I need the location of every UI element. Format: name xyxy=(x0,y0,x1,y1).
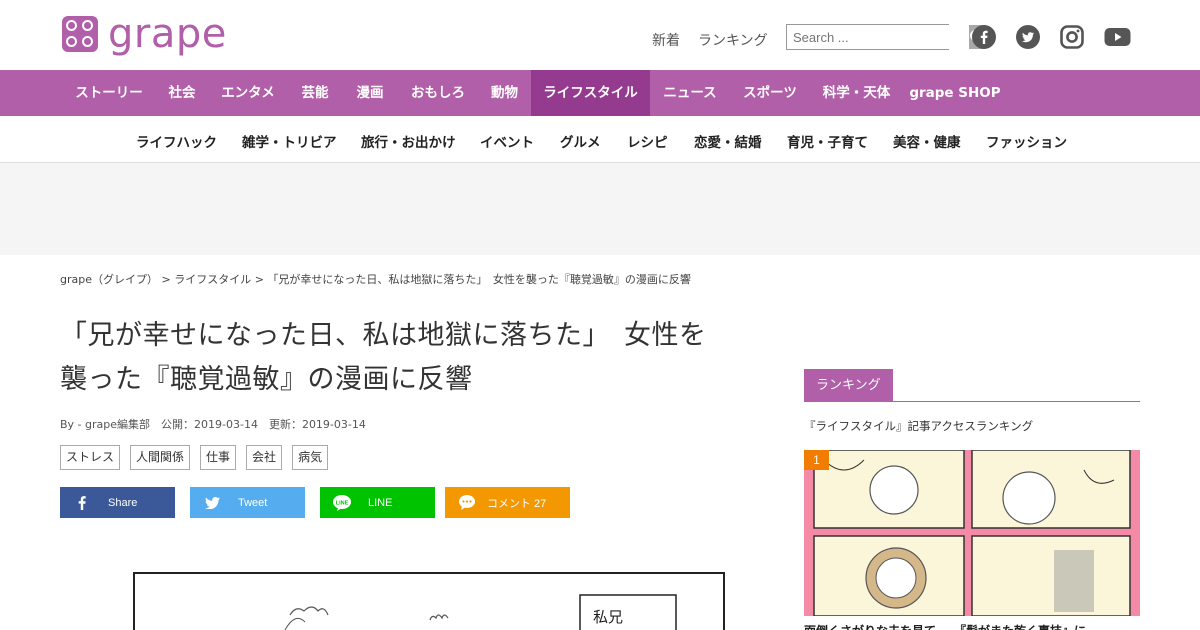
ranking-comic-image xyxy=(804,450,1140,616)
twitter-icon[interactable] xyxy=(1016,25,1040,49)
tag-list: ストレス 人間関係 仕事 会社 病気 xyxy=(60,445,329,470)
title-line-1: 「兄が幸せになった日、私は地獄に落ちた」 女性を xyxy=(60,320,707,351)
ad-banner-area xyxy=(0,163,1200,255)
nav-item-omoshiro[interactable]: おもしろ xyxy=(398,70,478,116)
rank-badge: 1 xyxy=(804,450,829,470)
tag-work[interactable]: 仕事 xyxy=(200,445,237,470)
ranking-tab[interactable]: ランキング xyxy=(804,369,893,402)
line-share-button[interactable]: LINE LINE xyxy=(320,487,435,518)
nav-item-science[interactable]: 科学・天体 xyxy=(810,70,903,116)
subnav-item-beauty[interactable]: 美容・健康 xyxy=(893,131,961,151)
subnav-item-trivia[interactable]: 雑学・トリビア xyxy=(242,131,337,151)
subnav-item-lifehack[interactable]: ライフハック xyxy=(136,131,217,151)
new-link[interactable]: 新着 xyxy=(652,30,680,50)
subnav-item-event[interactable]: イベント xyxy=(480,131,534,151)
comment-label: コメント 27 xyxy=(487,497,547,510)
tag-company[interactable]: 会社 xyxy=(246,445,283,470)
tag-illness[interactable]: 病気 xyxy=(292,445,329,470)
comic-panel: 私兄 xyxy=(133,572,725,630)
nav-item-news[interactable]: ニュース xyxy=(650,70,730,116)
nav-item-animals[interactable]: 動物 xyxy=(478,70,531,116)
nav-item-sports[interactable]: スポーツ xyxy=(730,70,810,116)
ranking-item-title[interactable]: 面倒くさがりな夫を見て… 『髪がまた乾く裏技』に xyxy=(804,622,1140,630)
ranking-header: ランキング xyxy=(804,369,1140,402)
share-label: Share xyxy=(108,496,138,509)
breadcrumb[interactable]: grape（グレイプ） > ライフスタイル > 「兄が幸せになった日、私は地獄に… xyxy=(60,271,691,287)
article-comic-image: 私兄 xyxy=(60,555,790,630)
page-title: 「兄が幸せになった日、私は地獄に落ちた」 女性を 襲った『聴覚過敏』の漫画に反響 xyxy=(60,314,760,402)
subnav-item-gourmet[interactable]: グルメ xyxy=(560,131,601,151)
tag-relationships[interactable]: 人間関係 xyxy=(130,445,191,470)
facebook-icon[interactable] xyxy=(972,25,996,49)
subnav-item-recipe[interactable]: レシピ xyxy=(627,131,668,151)
line-icon: LINE xyxy=(333,494,351,511)
comic-caption: 私兄 xyxy=(593,608,623,626)
svg-text:LINE: LINE xyxy=(336,500,349,506)
sub-nav: ライフハック 雑学・トリビア 旅行・お出かけ イベント グルメ レシピ 恋愛・結… xyxy=(0,116,1200,163)
article-meta: By - grape編集部 公開：2019-03-14 更新：2019-03-1… xyxy=(60,418,366,431)
nav-item-lifestyle[interactable]: ライフスタイル xyxy=(531,70,650,116)
search-box xyxy=(786,24,985,50)
nav-item-society[interactable]: 社会 xyxy=(156,70,208,116)
site-logo[interactable]: grape xyxy=(62,11,227,57)
subnav-item-travel[interactable]: 旅行・お出かけ xyxy=(361,131,456,151)
ranking-thumbnail[interactable] xyxy=(804,450,1140,616)
twitter-share-button[interactable]: Tweet xyxy=(190,487,305,518)
comment-icon xyxy=(459,495,475,510)
site-header: grape 新着 ランキング xyxy=(0,0,1200,70)
comment-button[interactable]: コメント 27 xyxy=(445,487,570,518)
title-line-2: 襲った『聴覚過敏』の漫画に反響 xyxy=(60,364,473,395)
nav-item-manga[interactable]: 漫画 xyxy=(342,70,398,116)
subnav-item-fashion[interactable]: ファッション xyxy=(986,131,1067,151)
nav-item-entame[interactable]: エンタメ xyxy=(208,70,288,116)
nav-item-shop[interactable]: grape SHOP xyxy=(903,70,1007,116)
tag-stress[interactable]: ストレス xyxy=(60,445,121,470)
facebook-icon xyxy=(78,495,86,510)
main-nav: ストーリー 社会 エンタメ 芸能 漫画 おもしろ 動物 ライフスタイル ニュース… xyxy=(0,70,1200,116)
grape-logo-icon xyxy=(62,16,98,52)
twitter-icon xyxy=(204,496,220,509)
line-label: LINE xyxy=(368,496,393,509)
youtube-icon[interactable] xyxy=(1104,25,1131,49)
instagram-icon[interactable] xyxy=(1060,25,1084,49)
ranking-subtitle: 『ライフスタイル』記事アクセスランキング xyxy=(804,419,1034,433)
nav-item-geinou[interactable]: 芸能 xyxy=(288,70,342,116)
subnav-item-love[interactable]: 恋愛・結婚 xyxy=(694,131,762,151)
tweet-label: Tweet xyxy=(238,496,268,509)
logo-text: grape xyxy=(108,11,227,57)
search-input[interactable] xyxy=(787,25,969,49)
facebook-share-button[interactable]: Share xyxy=(60,487,175,518)
subnav-item-childcare[interactable]: 育児・子育て xyxy=(787,131,868,151)
nav-item-story[interactable]: ストーリー xyxy=(62,70,156,116)
ranking-link[interactable]: ランキング xyxy=(698,30,768,50)
